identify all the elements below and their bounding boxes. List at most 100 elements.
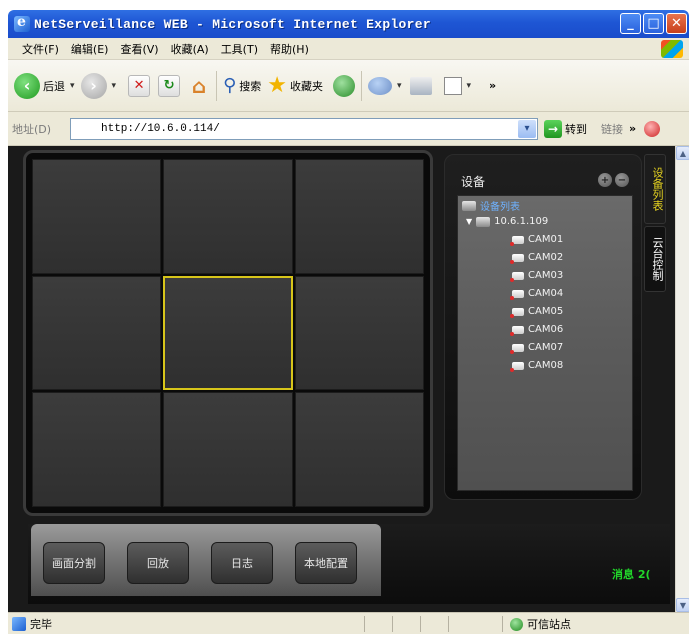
forward-arrow-icon: › bbox=[80, 72, 107, 99]
forward-button[interactable]: › ▾ bbox=[80, 72, 117, 99]
camera-icon bbox=[510, 289, 524, 300]
home-button[interactable]: ⌂ bbox=[188, 73, 210, 98]
video-cell-4[interactable] bbox=[32, 275, 162, 391]
playback-button[interactable]: 回放 bbox=[127, 542, 189, 584]
device-panel-header: 设备 + − bbox=[455, 171, 633, 191]
video-cell-2[interactable] bbox=[163, 159, 293, 274]
address-url: http://10.6.0.114/ bbox=[101, 122, 220, 135]
toolbar-more-chevron[interactable]: » bbox=[489, 79, 496, 92]
camera-label: CAM02 bbox=[528, 252, 564, 263]
camera-label: CAM06 bbox=[528, 324, 564, 335]
menu-bar: 文件(F) 编辑(E) 查看(V) 收藏(A) 工具(T) 帮助(H) bbox=[8, 38, 689, 60]
camera-item[interactable]: CAM02 bbox=[510, 252, 564, 264]
forward-dropdown-icon[interactable]: ▾ bbox=[112, 81, 117, 91]
mail-button[interactable]: ▾ bbox=[367, 76, 402, 95]
history-button[interactable] bbox=[332, 74, 355, 97]
menu-file[interactable]: 文件(F) bbox=[22, 41, 59, 57]
menu-edit[interactable]: 编辑(E) bbox=[71, 41, 109, 57]
screen-split-button[interactable]: 画面分割 bbox=[43, 542, 105, 584]
go-label: 转到 bbox=[565, 122, 587, 136]
search-button[interactable]: ⚲ 搜索 bbox=[223, 75, 261, 96]
tree-node-label: 10.6.1.109 bbox=[494, 216, 549, 227]
menu-tools[interactable]: 工具(T) bbox=[221, 41, 258, 57]
back-dropdown-icon[interactable]: ▾ bbox=[70, 81, 75, 91]
video-cell-1[interactable] bbox=[32, 159, 162, 274]
address-dropdown-icon[interactable]: ▾ bbox=[518, 119, 536, 138]
tab-ptz-control[interactable]: 云台控制 bbox=[644, 226, 666, 292]
message-indicator[interactable]: 消息 2( bbox=[612, 566, 651, 582]
camera-item[interactable]: CAM01 bbox=[510, 234, 563, 246]
dvr-icon bbox=[476, 216, 491, 227]
mail-dropdown-icon[interactable]: ▾ bbox=[397, 81, 402, 91]
print-button[interactable] bbox=[409, 76, 432, 95]
search-icon: ⚲ bbox=[223, 75, 237, 96]
edit-button[interactable]: ▾ bbox=[443, 76, 472, 95]
favorites-button[interactable]: ★ 收藏夹 bbox=[267, 73, 323, 98]
address-label: 地址(D) bbox=[12, 122, 52, 136]
maximize-button[interactable]: □ bbox=[643, 13, 664, 34]
device-tree: 设备列表 ▼ 10.6.1.109 CAM01 CAM02 CAM03 CAM0… bbox=[457, 195, 633, 491]
camera-item[interactable]: CAM06 bbox=[510, 324, 564, 336]
close-button[interactable]: ✕ bbox=[666, 13, 687, 34]
video-cell-5-selected[interactable] bbox=[163, 275, 293, 391]
favorites-star-icon: ★ bbox=[267, 73, 287, 98]
favorites-label: 收藏夹 bbox=[289, 79, 323, 93]
local-config-button[interactable]: 本地配置 bbox=[295, 542, 357, 584]
video-preview-frame bbox=[23, 150, 433, 516]
log-button[interactable]: 日志 bbox=[211, 542, 273, 584]
toolbar-extension-icon[interactable] bbox=[644, 120, 661, 137]
status-divider bbox=[448, 616, 449, 632]
video-cell-6[interactable] bbox=[294, 275, 424, 391]
search-label: 搜索 bbox=[239, 79, 262, 93]
refresh-button[interactable]: ↻ bbox=[158, 74, 181, 97]
camera-item[interactable]: CAM07 bbox=[510, 342, 563, 354]
trusted-site-icon bbox=[510, 617, 523, 631]
camera-item[interactable]: CAM04 bbox=[510, 288, 563, 300]
minimize-button[interactable]: _ bbox=[620, 13, 641, 34]
scroll-up-button[interactable]: ▲ bbox=[676, 146, 689, 160]
video-cell-3[interactable] bbox=[294, 159, 424, 274]
menu-favorites[interactable]: 收藏(A) bbox=[171, 41, 209, 57]
device-panel-title: 设备 bbox=[461, 174, 486, 189]
video-cell-8[interactable] bbox=[163, 392, 293, 507]
control-button-tray: 画面分割 回放 日志 本地配置 bbox=[31, 524, 381, 596]
expand-arrow-icon[interactable]: ▼ bbox=[466, 217, 472, 226]
camera-label: CAM05 bbox=[528, 306, 564, 317]
remove-device-button[interactable]: − bbox=[615, 173, 629, 187]
camera-item[interactable]: CAM05 bbox=[510, 306, 564, 318]
links-chevron-icon[interactable]: » bbox=[629, 122, 636, 135]
camera-icon bbox=[510, 325, 524, 336]
status-divider bbox=[420, 616, 421, 632]
page-scrollbar[interactable]: ▲ ▼ bbox=[675, 146, 689, 612]
edit-page-icon bbox=[443, 76, 462, 95]
camera-item[interactable]: CAM08 bbox=[510, 360, 563, 372]
window-title-bar[interactable]: NetServeillance WEB - Microsoft Internet… bbox=[8, 10, 689, 38]
camera-item[interactable]: CAM03 bbox=[510, 270, 563, 282]
camera-icon bbox=[510, 343, 524, 354]
tree-root[interactable]: 设备列表 bbox=[462, 198, 520, 213]
edit-dropdown-icon[interactable]: ▾ bbox=[467, 81, 472, 91]
status-divider bbox=[502, 616, 503, 632]
links-label[interactable]: 链接 bbox=[601, 121, 623, 137]
video-cell-7[interactable] bbox=[32, 392, 162, 507]
menu-view[interactable]: 查看(V) bbox=[120, 41, 158, 57]
home-icon: ⌂ bbox=[191, 73, 207, 98]
zone-label: 可信站点 bbox=[527, 618, 571, 631]
tab-device-list[interactable]: 设备列表 bbox=[644, 154, 666, 224]
back-button[interactable]: ‹ 后退 ▾ bbox=[14, 72, 75, 99]
go-button[interactable]: → 转到 bbox=[544, 119, 587, 138]
stop-icon: ✕ bbox=[128, 74, 151, 97]
address-input[interactable]: http://10.6.0.114/ ▾ bbox=[70, 117, 538, 140]
message-count: 2( bbox=[637, 568, 651, 581]
status-divider bbox=[392, 616, 393, 632]
scroll-down-button[interactable]: ▼ bbox=[676, 598, 689, 612]
add-device-button[interactable]: + bbox=[598, 173, 612, 187]
video-cell-9[interactable] bbox=[294, 392, 424, 507]
tree-node-device[interactable]: ▼ 10.6.1.109 bbox=[466, 216, 548, 227]
status-bar: 完毕 可信站点 bbox=[8, 612, 689, 634]
address-bar: 地址(D) http://10.6.0.114/ ▾ → 转到 链接 » bbox=[8, 112, 689, 146]
security-zone[interactable]: 可信站点 bbox=[510, 616, 571, 632]
standard-toolbar: ‹ 后退 ▾ › ▾ ✕ ↻ ⌂ ⚲ 搜索 ★ 收藏夹 ▾ ▾ » bbox=[8, 60, 689, 112]
menu-help[interactable]: 帮助(H) bbox=[270, 41, 309, 57]
stop-button[interactable]: ✕ bbox=[128, 74, 151, 97]
